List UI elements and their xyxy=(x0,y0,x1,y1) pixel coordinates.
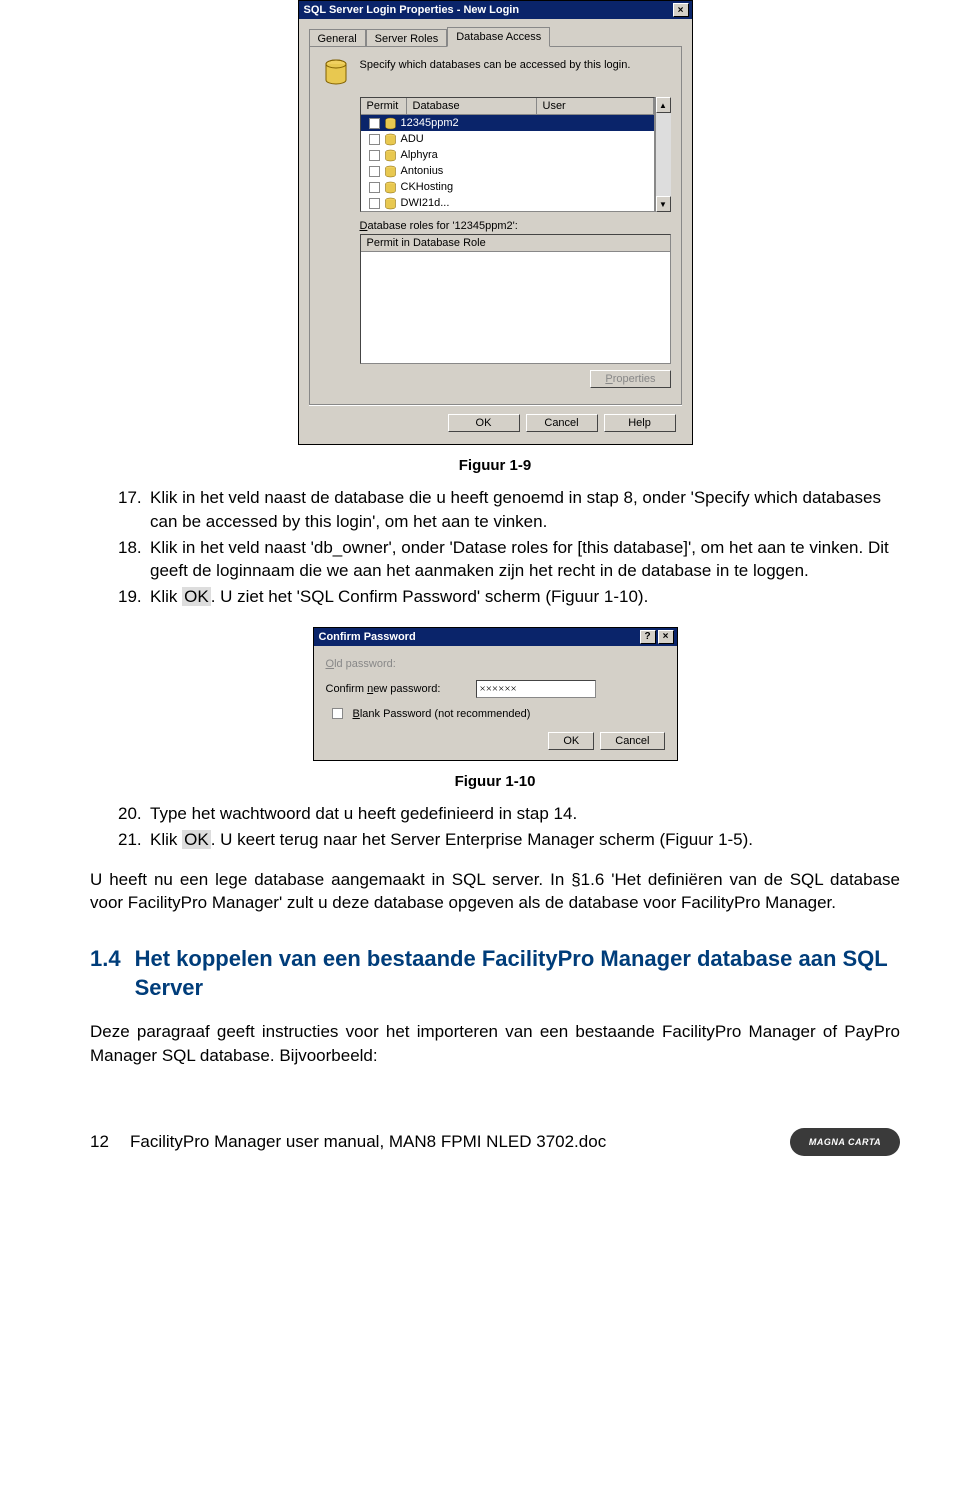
step-text: Klik in het veld naast de database die u… xyxy=(150,486,900,534)
step-list-a: 17.Klik in het veld naast de database di… xyxy=(118,486,900,609)
cancel-button[interactable]: Cancel xyxy=(526,414,598,432)
database-mini-icon xyxy=(384,149,397,162)
paragraph: U heeft nu een lege database aangemaakt … xyxy=(90,868,900,916)
dialog-title: SQL Server Login Properties - New Login xyxy=(302,4,673,16)
permit-checkbox[interactable] xyxy=(369,166,380,177)
permit-checkbox[interactable] xyxy=(369,150,380,161)
roles-list: Permit in Database Role xyxy=(360,234,671,364)
section-body: Deze paragraaf geeft instructies voor he… xyxy=(90,1020,900,1068)
db-name: ADU xyxy=(401,133,424,145)
roles-label: Database roles for '12345ppm2': xyxy=(360,220,671,232)
page-footer: 12 FacilityPro Manager user manual, MAN8… xyxy=(90,1128,900,1156)
help-icon[interactable]: ? xyxy=(640,630,656,644)
scroll-up-icon[interactable]: ▲ xyxy=(656,97,671,113)
permit-checkbox[interactable] xyxy=(369,118,380,129)
database-mini-icon xyxy=(384,181,397,194)
blank-password-checkbox[interactable] xyxy=(332,708,343,719)
step-number: 21. xyxy=(118,828,150,852)
section-number: 1.4 xyxy=(90,945,121,1002)
step-number: 19. xyxy=(118,585,150,609)
step-text: Klik OK. U keert terug naar het Server E… xyxy=(150,828,900,852)
database-icon xyxy=(320,57,352,89)
tab-database-access[interactable]: Database Access xyxy=(447,27,550,47)
confirm-password-dialog: Confirm Password ? × Old password: Confi… xyxy=(313,627,678,761)
list-header: Permit Database User xyxy=(361,98,654,115)
figure-caption: Figuur 1-10 xyxy=(90,773,900,790)
list-row[interactable]: DWI21d... xyxy=(361,195,654,211)
step-text: Klik in het veld naast 'db_owner', onder… xyxy=(150,536,900,584)
database-mini-icon xyxy=(384,165,397,178)
properties-button[interactable]: Properties xyxy=(590,370,670,388)
scrollbar[interactable]: ▲ ▼ xyxy=(655,97,671,212)
cancel-button[interactable]: Cancel xyxy=(600,732,664,750)
old-password-label: Old password: xyxy=(326,658,476,670)
magna-carta-logo: MAGNA CARTA xyxy=(790,1128,900,1156)
confirm-password-input[interactable] xyxy=(476,680,596,698)
blank-password-label: Blank Password (not recommended) xyxy=(353,708,531,720)
step-text: Klik OK. U ziet het 'SQL Confirm Passwor… xyxy=(150,585,900,609)
scroll-down-icon[interactable]: ▼ xyxy=(656,196,671,212)
step-text: Type het wachtwoord dat u heeft gedefini… xyxy=(150,802,900,826)
database-mini-icon xyxy=(384,133,397,146)
database-mini-icon xyxy=(384,197,397,210)
tab-strip: General Server Roles Database Access xyxy=(309,27,682,47)
col-permit[interactable]: Permit xyxy=(361,98,407,114)
list-row[interactable]: ADU xyxy=(361,131,654,147)
step-number: 17. xyxy=(118,486,150,534)
sql-login-properties-dialog: SQL Server Login Properties - New Login … xyxy=(298,0,693,445)
confirm-password-label: Confirm new password: xyxy=(326,683,476,695)
close-icon[interactable]: × xyxy=(673,3,689,17)
scroll-track[interactable] xyxy=(656,113,671,196)
list-row[interactable]: 12345ppm2 xyxy=(361,115,654,131)
ok-button[interactable]: OK xyxy=(448,414,520,432)
figure-caption: Figuur 1-9 xyxy=(90,457,900,474)
database-list: Permit Database User 12345ppm2 xyxy=(360,97,655,212)
col-user[interactable]: User xyxy=(537,98,654,114)
db-name: DWI21d... xyxy=(401,197,450,209)
titlebar: Confirm Password ? × xyxy=(314,628,677,646)
step-number: 20. xyxy=(118,802,150,826)
list-row[interactable]: Antonius xyxy=(361,163,654,179)
permit-checkbox[interactable] xyxy=(369,198,380,209)
dialog-title: Confirm Password xyxy=(317,631,640,643)
roles-header[interactable]: Permit in Database Role xyxy=(361,235,670,252)
step-number: 18. xyxy=(118,536,150,584)
document-name: FacilityPro Manager user manual, MAN8 FP… xyxy=(130,1132,790,1152)
help-button[interactable]: Help xyxy=(604,414,676,432)
permit-checkbox[interactable] xyxy=(369,134,380,145)
list-row[interactable]: CKHosting xyxy=(361,179,654,195)
step-list-b: 20.Type het wachtwoord dat u heeft gedef… xyxy=(118,802,900,852)
ok-button[interactable]: OK xyxy=(548,732,594,750)
list-row[interactable]: Alphyra xyxy=(361,147,654,163)
page-number: 12 xyxy=(90,1132,130,1152)
section-heading: 1.4 Het koppelen van een bestaande Facil… xyxy=(90,945,900,1002)
database-access-panel: Specify which databases can be accessed … xyxy=(309,46,682,405)
db-name: CKHosting xyxy=(401,181,454,193)
instruction-text: Specify which databases can be accessed … xyxy=(360,57,671,71)
titlebar: SQL Server Login Properties - New Login … xyxy=(299,1,692,19)
database-mini-icon xyxy=(384,117,397,130)
col-database[interactable]: Database xyxy=(407,98,537,114)
close-icon[interactable]: × xyxy=(658,630,674,644)
permit-checkbox[interactable] xyxy=(369,182,380,193)
db-name: 12345ppm2 xyxy=(401,117,459,129)
db-name: Alphyra xyxy=(401,149,438,161)
db-name: Antonius xyxy=(401,165,444,177)
section-title: Het koppelen van een bestaande FacilityP… xyxy=(135,945,900,1002)
